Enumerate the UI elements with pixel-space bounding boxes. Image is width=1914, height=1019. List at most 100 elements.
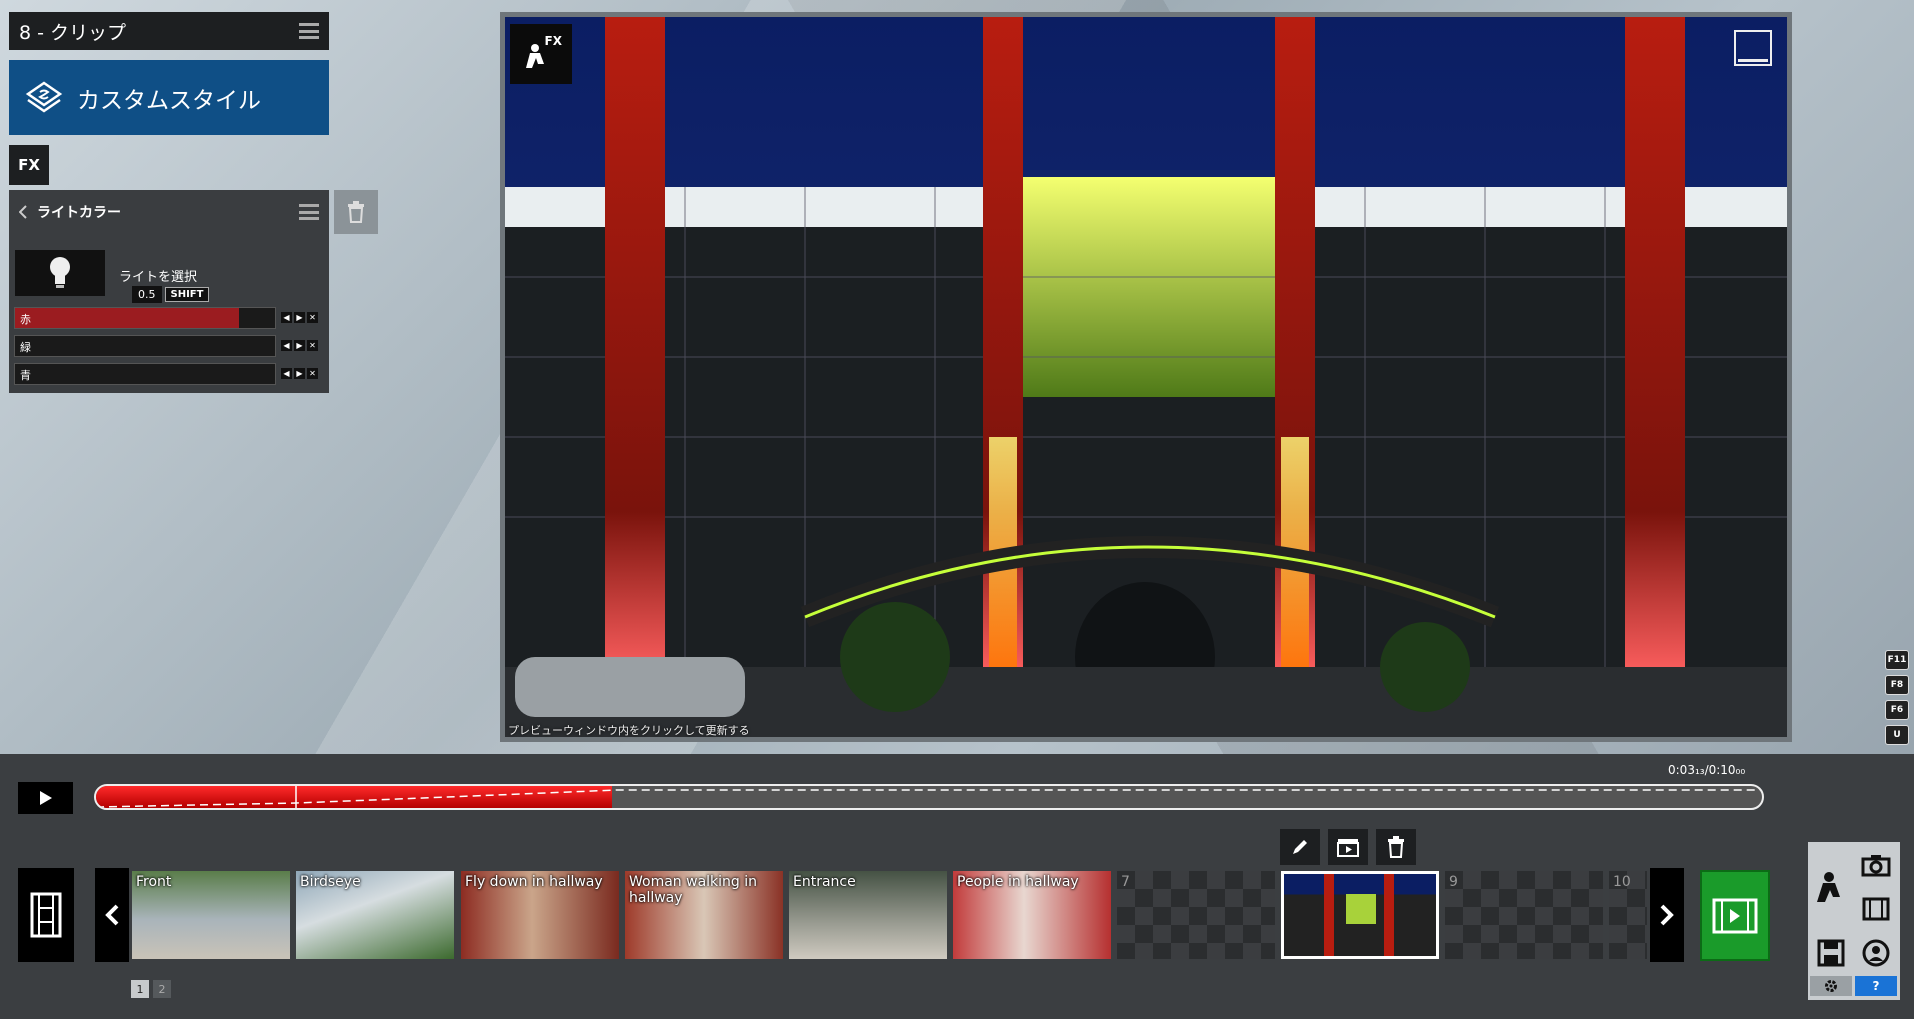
maximize-preview-button[interactable] bbox=[1734, 30, 1772, 66]
hotkey-f6[interactable]: F6 bbox=[1885, 700, 1909, 720]
delete-effect-button[interactable] bbox=[334, 190, 378, 234]
preview-clip-button[interactable] bbox=[1328, 829, 1368, 865]
trash-icon bbox=[1388, 836, 1404, 858]
preview-window[interactable] bbox=[500, 12, 1792, 742]
decrease-icon[interactable]: ◀ bbox=[281, 312, 292, 323]
chevron-left-icon bbox=[105, 904, 119, 926]
clip-thumbnail[interactable]: People in hallway bbox=[953, 871, 1111, 959]
timecode: 0:03₁₃/0:10₀₀ bbox=[1668, 763, 1746, 777]
clips-prev-button[interactable] bbox=[95, 868, 129, 962]
export-button[interactable] bbox=[1855, 932, 1897, 974]
clip-empty-slot[interactable]: 7 bbox=[1117, 871, 1275, 959]
clip-thumbnail[interactable]: Fly down in hallway bbox=[461, 871, 619, 959]
light-bulb-icon bbox=[50, 257, 70, 288]
preview-hint: プレビューウィンドウ内をクリックして更新する bbox=[508, 724, 750, 737]
timeline-bar[interactable] bbox=[94, 784, 1764, 810]
fx-badge: FX bbox=[510, 24, 572, 84]
help-icon: ? bbox=[1872, 979, 1880, 993]
edit-clip-button[interactable] bbox=[1280, 829, 1320, 865]
camera-icon bbox=[1861, 855, 1891, 877]
slider-red[interactable]: 赤 bbox=[14, 307, 276, 329]
slider-red-label: 赤 bbox=[20, 313, 31, 326]
play-button[interactable] bbox=[18, 782, 73, 814]
chevron-right-icon bbox=[1660, 904, 1674, 926]
hotkey-f8[interactable]: F8 bbox=[1885, 675, 1909, 695]
photo-mode-button[interactable] bbox=[1855, 844, 1897, 886]
clapper-icon bbox=[1337, 839, 1359, 857]
clip-thumbnail[interactable]: Woman walking in hallway bbox=[625, 871, 783, 959]
increase-icon[interactable]: ▶ bbox=[294, 312, 305, 323]
clip-empty-slot[interactable]: 9 bbox=[1445, 871, 1603, 959]
chevron-left-icon bbox=[19, 205, 27, 219]
slider-green[interactable]: 緑 bbox=[14, 335, 276, 357]
effect-panel: ライトカラー ライトを選択 0.5 SHIFT 赤 ◀ ▶ ✕ 緑 ◀ ▶ ✕ 青 ◀ ▶… bbox=[9, 190, 329, 393]
render-movie-button[interactable] bbox=[1700, 870, 1770, 961]
floppy-disk-icon bbox=[1817, 939, 1845, 967]
clip-empty-slot[interactable]: 10 bbox=[1609, 871, 1647, 959]
reset-icon[interactable]: ✕ bbox=[307, 312, 318, 323]
decrease-icon[interactable]: ◀ bbox=[281, 368, 292, 379]
clip-label: Front bbox=[136, 874, 172, 890]
style-icon bbox=[25, 80, 63, 113]
slider-blue[interactable]: 青 bbox=[14, 363, 276, 385]
film-icon bbox=[1862, 897, 1890, 921]
menu-icon[interactable] bbox=[299, 23, 319, 39]
clip-thumbnail[interactable]: Front bbox=[132, 871, 290, 959]
timeline-curve bbox=[96, 786, 1762, 808]
reset-icon[interactable]: ✕ bbox=[307, 368, 318, 379]
slider-blue-label: 青 bbox=[20, 369, 31, 382]
build-mode-button[interactable] bbox=[1810, 844, 1852, 930]
reset-icon[interactable]: ✕ bbox=[307, 340, 318, 351]
fx-badge-label: FX bbox=[544, 34, 562, 48]
fx-button[interactable]: FX bbox=[9, 145, 49, 185]
effect-back-button[interactable]: ライトカラー bbox=[19, 202, 121, 222]
shift-badge: SHIFT bbox=[164, 287, 210, 302]
select-light-label: ライトを選択 bbox=[119, 270, 198, 285]
clip-thumbnail[interactable]: Entrance bbox=[789, 871, 947, 959]
help-button[interactable]: ? bbox=[1855, 976, 1897, 996]
page-1-button[interactable]: 1 bbox=[131, 980, 149, 998]
effect-menu-icon[interactable] bbox=[299, 204, 319, 220]
movie-mode-button[interactable] bbox=[1855, 888, 1897, 930]
delete-clip-button[interactable] bbox=[1376, 829, 1416, 865]
play-icon bbox=[39, 791, 52, 805]
trash-icon bbox=[348, 201, 364, 223]
clip-thumbnail-selected[interactable] bbox=[1281, 871, 1439, 959]
clip-thumbnail[interactable]: Birdseye bbox=[296, 871, 454, 959]
increase-icon[interactable]: ▶ bbox=[294, 368, 305, 379]
clip-label: Fly down in hallway bbox=[465, 874, 603, 890]
clip-number: 9 bbox=[1449, 874, 1458, 890]
save-button[interactable] bbox=[1810, 932, 1852, 974]
select-light-button[interactable] bbox=[15, 250, 105, 296]
clip-label: Entrance bbox=[793, 874, 856, 890]
render-film-icon bbox=[1712, 898, 1758, 933]
custom-style-label: カスタムスタイル bbox=[77, 87, 261, 114]
clip-label: People in hallway bbox=[957, 874, 1079, 890]
slider-green-label: 緑 bbox=[20, 341, 31, 354]
slider-red-fill bbox=[15, 308, 239, 328]
effect-title: ライトカラー bbox=[37, 205, 121, 221]
clip-title: 8 - クリップ bbox=[19, 21, 127, 44]
film-icon bbox=[30, 892, 62, 938]
clip-glow bbox=[1346, 894, 1376, 924]
clips-film-button[interactable] bbox=[18, 868, 74, 962]
clip-label: Birdseye bbox=[300, 874, 361, 890]
mode-toolbar: ? bbox=[1808, 842, 1900, 1000]
increase-icon[interactable]: ▶ bbox=[294, 340, 305, 351]
globe-user-icon bbox=[1862, 939, 1890, 967]
preview-render-image bbox=[505, 17, 1787, 737]
decrease-icon[interactable]: ◀ bbox=[281, 340, 292, 351]
clip-number: 7 bbox=[1121, 874, 1130, 890]
clip-pillar bbox=[1324, 874, 1334, 956]
clip-header: 8 - クリップ bbox=[9, 12, 329, 50]
custom-style-button[interactable]: カスタムスタイル bbox=[9, 60, 329, 135]
page-2-button[interactable]: 2 bbox=[153, 980, 171, 998]
pencil-icon bbox=[1293, 840, 1307, 854]
hotkey-u[interactable]: U bbox=[1885, 725, 1909, 745]
step-value: 0.5 bbox=[132, 286, 162, 303]
settings-button[interactable] bbox=[1810, 976, 1852, 996]
clip-number: 10 bbox=[1613, 874, 1631, 890]
hotkey-f11[interactable]: F11 bbox=[1885, 650, 1909, 670]
clips-next-button[interactable] bbox=[1650, 868, 1684, 962]
clip-label: Woman walking in hallway bbox=[629, 874, 758, 906]
